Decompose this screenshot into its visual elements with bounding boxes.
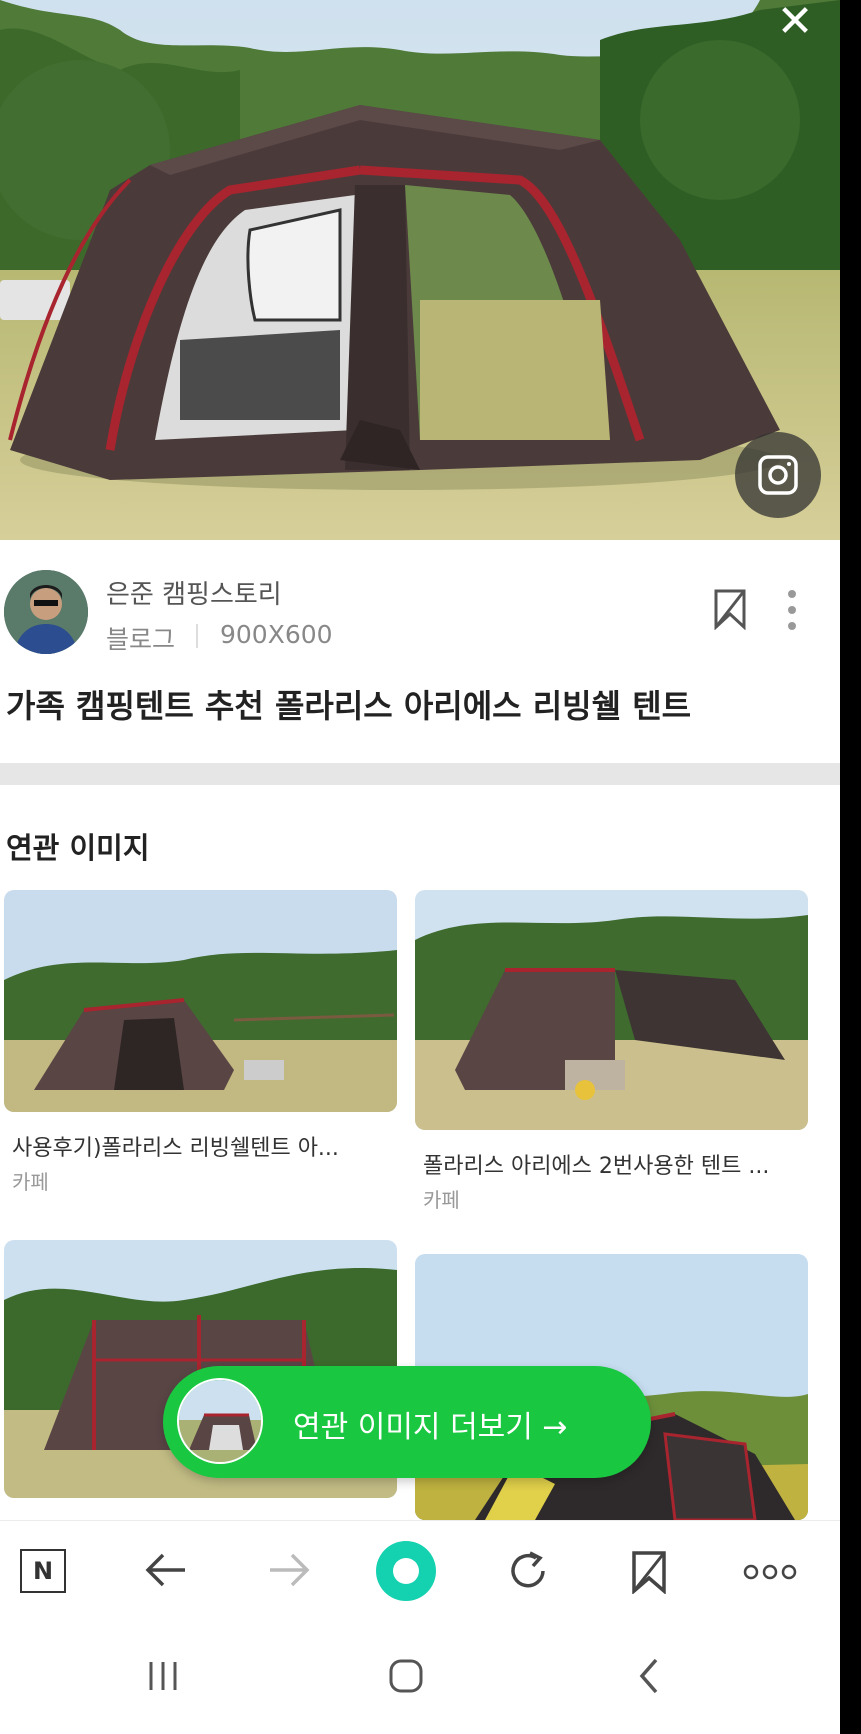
bookmark-icon[interactable] bbox=[630, 1550, 668, 1594]
section-divider bbox=[0, 763, 840, 785]
related-image-card[interactable]: 폴라리스 아리에스 2번사용한 텐트 ... 카페 bbox=[415, 890, 808, 1212]
home-icon[interactable] bbox=[386, 1656, 426, 1696]
more-related-images-button[interactable]: 연관 이미지 더보기 → bbox=[163, 1366, 651, 1478]
recent-apps-icon[interactable] bbox=[145, 1658, 181, 1694]
related-card-source: 카페 bbox=[12, 1170, 49, 1194]
reload-icon[interactable] bbox=[505, 1548, 551, 1594]
related-card-source: 카페 bbox=[423, 1188, 460, 1212]
related-image-card[interactable]: 사용후기)폴라리스 리빙쉘텐트 아... 카페 bbox=[4, 890, 397, 1194]
back-icon[interactable] bbox=[634, 1656, 664, 1696]
forward-arrow-icon[interactable] bbox=[266, 1550, 312, 1590]
close-icon[interactable]: ✕ bbox=[770, 0, 820, 44]
related-images-heading: 연관 이미지 bbox=[6, 831, 150, 865]
related-card-title[interactable]: 사용후기)폴라리스 리빙쉘텐트 아... bbox=[12, 1130, 339, 1162]
source-separator bbox=[196, 624, 198, 648]
main-tent-image[interactable]: ✕ bbox=[0, 0, 840, 540]
camera-lens-icon bbox=[758, 455, 798, 495]
image-title[interactable]: 가족 캠핑텐트 추천 폴라리스 아리에스 리빙쉘 텐트 bbox=[6, 681, 836, 727]
bookmark-icon[interactable] bbox=[712, 588, 748, 631]
related-card-title[interactable]: 폴라리스 아리에스 2번사용한 텐트 ... bbox=[423, 1148, 769, 1180]
image-viewer-screen: ✕ 은준 캠핑스토리 블로그 900X600 가족 캠핑텐트 추천 폴라리스 아… bbox=[0, 0, 840, 1734]
source-type: 블로그 bbox=[106, 625, 176, 654]
avatar[interactable] bbox=[4, 570, 88, 654]
image-size: 900X600 bbox=[220, 620, 333, 649]
related-thumb[interactable] bbox=[415, 890, 808, 1130]
source-name[interactable]: 은준 캠핑스토리 bbox=[106, 574, 282, 611]
naver-home-icon[interactable]: N bbox=[20, 1549, 66, 1593]
more-related-images-label: 연관 이미지 더보기 → bbox=[293, 1410, 568, 1445]
green-dot-icon[interactable] bbox=[373, 1538, 439, 1604]
image-search-lens-button[interactable] bbox=[735, 432, 821, 518]
related-thumb[interactable] bbox=[4, 890, 397, 1112]
more-vertical-icon[interactable] bbox=[780, 586, 804, 636]
more-dots-icon[interactable] bbox=[742, 1560, 798, 1584]
pill-thumbnail bbox=[177, 1378, 263, 1464]
back-arrow-icon[interactable] bbox=[143, 1550, 189, 1590]
